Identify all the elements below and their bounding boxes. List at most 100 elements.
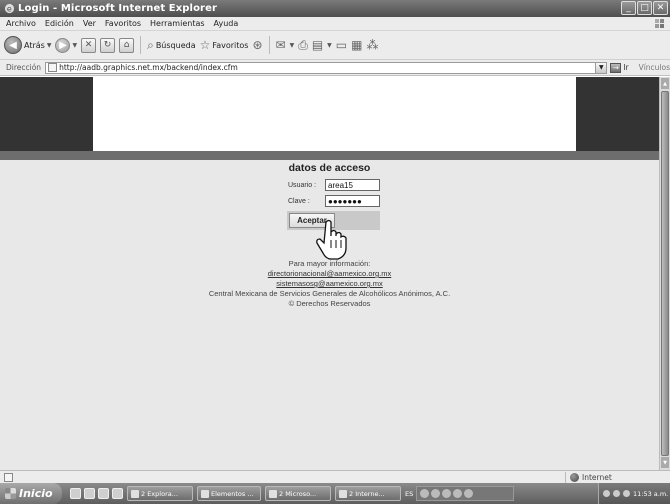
menu-bar: Archivo Edición Ver Favoritos Herramient…: [0, 17, 670, 31]
email-link-text-2[interactable]: sistemasosg@aamexico.org.mx: [276, 279, 382, 288]
media-volume-icon[interactable]: [464, 489, 474, 498]
address-input[interactable]: http://aadb.graphics.net.mx/backend/inde…: [45, 61, 608, 74]
security-icon[interactable]: [623, 490, 630, 497]
windows-flag-icon: [655, 19, 664, 28]
title-bar: e Login - Microsoft Internet Explorer _ …: [0, 0, 670, 17]
media-quicklaunch-icon[interactable]: [98, 488, 109, 499]
windows-logo-icon: [5, 488, 16, 499]
toolbar-divider: [140, 36, 142, 54]
network-icon[interactable]: [603, 490, 610, 497]
scroll-down-icon[interactable]: ▼: [661, 457, 669, 468]
menu-ayuda[interactable]: Ayuda: [214, 19, 239, 28]
links-button[interactable]: Vínculos: [639, 63, 670, 72]
email-link-text-1[interactable]: directorionacional@aamexico.org.mx: [268, 269, 392, 278]
vertical-scrollbar[interactable]: ▲ ▼: [659, 77, 670, 470]
task-elements[interactable]: Elementos ...: [197, 486, 261, 501]
search-icon: ⌕: [147, 37, 154, 52]
task-label: Elementos ...: [211, 489, 254, 498]
star-icon: ☆: [199, 38, 211, 52]
stop-icon[interactable]: ✕: [81, 37, 97, 53]
organization-name: Central Mexicana de Servicios Generales …: [208, 289, 451, 298]
password-label: Clave :: [288, 197, 310, 205]
ie-quicklaunch-icon[interactable]: [70, 488, 81, 499]
go-button[interactable]: → Ir: [610, 62, 629, 73]
address-url: http://aadb.graphics.net.mx/backend/inde…: [59, 63, 238, 72]
chevron-down-icon[interactable]: ▼: [327, 42, 332, 49]
user-input[interactable]: area15: [325, 179, 380, 191]
task-label: 2 Interne...: [349, 489, 385, 498]
menu-herramientas[interactable]: Herramientas: [150, 19, 205, 28]
media-toolbar[interactable]: [416, 486, 515, 501]
zone-label: Internet: [582, 473, 612, 482]
back-arrow-icon: ◀: [4, 36, 22, 54]
task-internet[interactable]: 2 Interne...: [335, 486, 401, 501]
media-stop-icon[interactable]: [442, 489, 452, 498]
print-icon[interactable]: ⎙: [298, 38, 308, 53]
quick-launch: [70, 488, 123, 499]
go-label: Ir: [623, 63, 629, 72]
back-button[interactable]: ◀ Atrás ▼: [4, 34, 51, 56]
user-row: Usuario : area15: [288, 179, 380, 191]
desktop-quicklaunch-icon[interactable]: [84, 488, 95, 499]
scrollbar-thumb[interactable]: [661, 91, 669, 456]
security-zone: Internet: [565, 472, 612, 483]
email-link-1[interactable]: directorionacional@aamexico.org.mx: [0, 269, 659, 278]
maximize-button[interactable]: □: [637, 1, 652, 15]
menu-favoritos[interactable]: Favoritos: [105, 19, 141, 28]
research-icon[interactable]: ▦: [351, 38, 362, 52]
app-icon: [201, 489, 209, 498]
password-row: Clave : ●●●●●●●: [288, 195, 380, 207]
folder-icon: [131, 489, 139, 498]
home-icon[interactable]: ⌂: [119, 37, 135, 53]
language-indicator[interactable]: ES: [405, 490, 413, 498]
page-icon: [48, 63, 58, 72]
svg-text:e: e: [7, 4, 12, 14]
start-button[interactable]: Inicio: [0, 483, 62, 504]
page-status-icon: [4, 472, 13, 482]
ie-logo-icon: e: [4, 4, 15, 14]
email-link-2[interactable]: sistemasosg@aamexico.org.mx: [0, 279, 659, 288]
user-label: Usuario :: [288, 181, 317, 189]
chevron-down-icon[interactable]: ▼: [290, 42, 295, 49]
task-label: 2 Explora...: [141, 489, 178, 498]
start-label: Inicio: [19, 487, 53, 500]
search-button[interactable]: ⌕ Búsqueda: [147, 34, 196, 56]
outlook-quicklaunch-icon[interactable]: [112, 488, 123, 499]
refresh-icon[interactable]: ↻: [100, 37, 116, 53]
media-next-icon[interactable]: [453, 489, 463, 498]
taskbar: Inicio 2 Explora... Elementos ... 2 Micr…: [0, 483, 670, 504]
login-title: datos de acceso: [288, 162, 371, 174]
media-play-icon[interactable]: [431, 489, 441, 498]
address-label: Dirección: [6, 63, 42, 72]
back-label: Atrás: [24, 40, 45, 50]
word-icon: [269, 489, 277, 498]
system-tray: 11:53 a.m.: [598, 483, 670, 504]
task-explorer[interactable]: 2 Explora...: [127, 486, 193, 501]
media-prev-icon[interactable]: [420, 489, 430, 498]
favorites-label: Favoritos: [212, 40, 249, 50]
edit-icon[interactable]: ▤: [312, 38, 323, 52]
discuss-icon[interactable]: ▭: [336, 38, 347, 52]
menu-ver[interactable]: Ver: [83, 19, 96, 28]
toolbar: ◀ Atrás ▼ ▶ ▼ ✕ ↻ ⌂ ⌕ Búsqueda ☆ Favorit…: [0, 31, 670, 60]
mail-icon[interactable]: ✉: [276, 38, 286, 52]
volume-icon[interactable]: [613, 490, 620, 497]
messenger-icon[interactable]: ⁂: [366, 38, 378, 52]
scroll-up-icon[interactable]: ▲: [661, 78, 669, 89]
history-icon[interactable]: ⊛: [252, 38, 262, 52]
password-input[interactable]: ●●●●●●●: [325, 195, 380, 207]
clock: 11:53 a.m.: [633, 489, 669, 498]
info-heading: Para mayor información:: [288, 259, 371, 268]
favorites-button[interactable]: ☆ Favoritos: [200, 34, 249, 56]
task-word[interactable]: 2 Microso...: [265, 486, 331, 501]
menu-archivo[interactable]: Archivo: [6, 19, 36, 28]
chevron-down-icon: ▼: [46, 41, 52, 49]
separator-strip: [0, 151, 659, 160]
chevron-down-icon[interactable]: ▼: [595, 62, 607, 73]
minimize-button[interactable]: _: [621, 1, 636, 15]
close-button[interactable]: ✕: [653, 1, 668, 15]
task-label: 2 Microso...: [279, 489, 317, 498]
globe-icon: [570, 473, 579, 482]
forward-button[interactable]: ▶ ▼: [55, 34, 77, 56]
menu-edicion[interactable]: Edición: [45, 19, 74, 28]
